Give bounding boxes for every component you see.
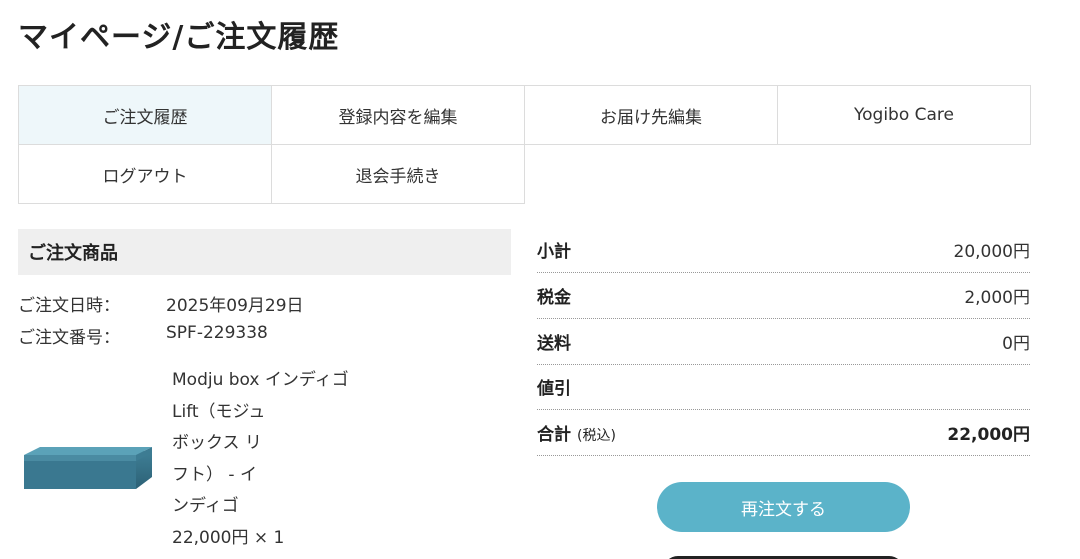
order-number-label: ご注文番号： [18, 328, 120, 348]
shipping-label: 送料 [537, 334, 571, 354]
subtotal-row: 小計 20,000円 [537, 227, 1030, 273]
tab-order-history[interactable]: ご注文履歴 [18, 85, 272, 145]
product-name-line[interactable]: Lift（モジュ [172, 397, 377, 429]
tab-label: お届け先編集 [600, 107, 702, 128]
product-details: Modju box インディゴ Lift（モジュ ボックス リ フト） - イ … [172, 365, 377, 554]
tab-label: ご注文履歴 [102, 107, 188, 128]
total-label-group: 合計 (税込) [537, 420, 616, 445]
product-price-quantity: 22,000円 × 1 [172, 527, 285, 548]
product-image[interactable] [22, 447, 154, 497]
tab-label: 登録内容を編集 [338, 107, 458, 128]
tab-label: Yogibo Care [854, 105, 954, 125]
product-name-line[interactable]: ンディゴ [172, 491, 377, 523]
tax-row: 税金 2,000円 [537, 273, 1030, 319]
total-value: 22,000円 [947, 425, 1030, 445]
tab-yogibo-care[interactable]: Yogibo Care [777, 85, 1031, 145]
discount-row: 値引 [537, 364, 1030, 410]
subtotal-value: 20,000円 [953, 242, 1030, 262]
tab-label: ログアウト [102, 166, 188, 187]
product-name-line[interactable]: フト） - イ [172, 460, 377, 492]
tab-label: 退会手続き [355, 166, 441, 187]
order-items-heading: ご注文商品 [18, 229, 511, 275]
total-row: 合計 (税込) 22,000円 [537, 410, 1030, 456]
reorder-button[interactable]: 再注文する [657, 482, 910, 532]
product-name-line[interactable]: ボックス リ [172, 428, 377, 460]
total-tax-note: (税込) [577, 428, 616, 444]
page-title: マイページ/ご注文履歴 [18, 20, 340, 55]
tab-withdraw[interactable]: 退会手続き [271, 144, 525, 204]
order-date-label: ご注文日時： [18, 296, 120, 316]
discount-label: 値引 [537, 379, 571, 399]
order-number-value: SPF-229338 [166, 323, 268, 343]
tab-edit-delivery[interactable]: お届け先編集 [524, 85, 778, 145]
shipping-row: 送料 0円 [537, 319, 1030, 365]
shipping-value: 0円 [1002, 334, 1030, 354]
tax-value: 2,000円 [964, 288, 1030, 308]
order-date-value: 2025年09月29日 [166, 296, 304, 316]
total-label: 合計 [537, 425, 571, 445]
tab-logout[interactable]: ログアウト [18, 144, 272, 204]
product-name-line[interactable]: Modju box インディゴ [172, 365, 377, 397]
tax-label: 税金 [537, 288, 571, 308]
tab-edit-registration[interactable]: 登録内容を編集 [271, 85, 525, 145]
subtotal-label: 小計 [537, 242, 571, 262]
